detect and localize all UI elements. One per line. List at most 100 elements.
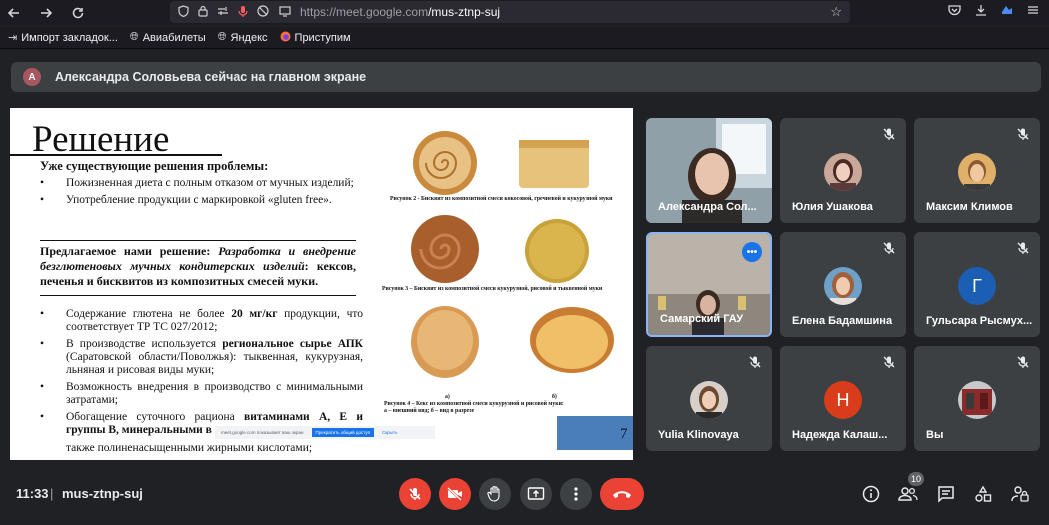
host-controls-button[interactable]	[1009, 483, 1031, 505]
more-vert-icon	[574, 487, 578, 501]
participant-tile[interactable]: Г Гульсара Рысмух...	[914, 232, 1040, 337]
slide-page-number: 7	[620, 426, 628, 442]
participants-button[interactable]	[897, 483, 919, 505]
hide-notice-link[interactable]: Скрыть	[382, 430, 397, 435]
sponge-cake-image-1	[413, 131, 477, 195]
import-icon: ⇥	[8, 32, 18, 44]
menu-icon[interactable]	[1027, 4, 1039, 19]
toggle-camera-button[interactable]	[439, 478, 471, 510]
bookmark-star-icon[interactable]: ☆	[830, 4, 842, 20]
hand-icon	[487, 485, 500, 502]
url-text[interactable]: https://meet.google.com/mus-ztnp-suj	[300, 5, 500, 19]
benefit-tail: также полиненасыщенными жирными кислотам…	[66, 442, 313, 454]
separator: |	[50, 486, 54, 501]
globe-icon: 🌐︎	[129, 31, 139, 43]
microphone-blocked-icon[interactable]	[238, 5, 248, 20]
participant-name: Вы	[926, 429, 944, 441]
mic-off-icon	[1017, 128, 1029, 140]
extension-icon[interactable]	[1001, 4, 1013, 19]
bookmark-label: Авиабилеты	[142, 31, 206, 44]
raise-hand-button[interactable]	[479, 478, 511, 510]
activities-icon	[975, 485, 992, 502]
participant-tile[interactable]: Н Надежда Калаш...	[780, 346, 906, 451]
chat-button[interactable]	[935, 483, 957, 505]
avatar	[824, 267, 862, 305]
info-icon	[862, 485, 880, 503]
shield-icon[interactable]	[178, 4, 189, 20]
toolbar-right-icons	[948, 4, 1039, 19]
bookmark-yandex[interactable]: 🌐︎ Яндекс	[218, 31, 268, 44]
avatar: Н	[824, 381, 862, 419]
participant-tile[interactable]: Максим Климов	[914, 118, 1040, 223]
url-path: /mus-ztnp-suj	[428, 5, 501, 19]
participant-tile[interactable]: Yulia Klinovaya	[646, 346, 772, 451]
screen-share-notice-text: meet.google.com показывает ваш экран	[221, 430, 304, 435]
muffin-image-b	[530, 307, 614, 373]
globe-icon: 🌐︎	[217, 31, 227, 43]
participant-tile[interactable]: Вы	[914, 346, 1040, 451]
participant-tile[interactable]: Юлия Ушакова	[780, 118, 906, 223]
stop-sharing-button[interactable]: Прекратить общий доступ	[311, 428, 375, 437]
toggle-microphone-button[interactable]	[399, 478, 431, 510]
list-item: Содержание глютена не более 20 мг/кг про…	[38, 308, 363, 334]
people-icon	[898, 487, 918, 501]
sponge-cake-image-3	[411, 215, 479, 283]
participant-name: Гульсара Рысмух...	[926, 315, 1033, 327]
downloads-icon[interactable]	[975, 4, 987, 19]
participant-tile[interactable]: ••• Самарский ГАУ	[646, 232, 772, 337]
leave-call-button[interactable]	[600, 478, 644, 510]
presenter-banner-text: Александра Соловьева сейчас на главном э…	[55, 70, 367, 84]
forward-icon[interactable]	[32, 0, 60, 25]
bookmark-label: Приступим	[294, 31, 351, 44]
bookmark-import[interactable]: ⇥ Импорт закладок...	[8, 31, 118, 45]
reload-icon[interactable]	[64, 0, 92, 25]
hang-up-icon	[613, 491, 631, 498]
mic-off-icon	[1017, 242, 1029, 254]
avatar	[690, 381, 728, 419]
figure-label-b: б)	[552, 394, 557, 400]
avatar: Г	[958, 267, 996, 305]
list-item: В производстве используется региональное…	[38, 338, 363, 377]
activities-button[interactable]	[972, 483, 994, 505]
participant-name: Yulia Klinovaya	[658, 429, 739, 441]
participant-name: Александра Сол...	[658, 201, 757, 213]
screen-share-icon[interactable]	[279, 5, 291, 20]
bookmark-avia[interactable]: 🌐︎ Авиабилеты	[130, 31, 206, 44]
pocket-icon[interactable]	[948, 4, 961, 19]
url-bar[interactable]: https://meet.google.com/mus-ztnp-suj ☆	[170, 1, 850, 23]
muffin-image-a	[411, 306, 479, 378]
existing-solutions-list: Пожизненная диета с полным отказом от му…	[38, 177, 368, 211]
bookmark-start[interactable]: Приступим	[280, 31, 351, 45]
back-icon[interactable]	[0, 0, 28, 25]
shared-screen-slide: Решение Уже существующие решения проблем…	[10, 108, 633, 460]
camera-blocked-icon[interactable]	[257, 4, 270, 20]
more-options-button[interactable]	[560, 478, 592, 510]
lock-icon[interactable]	[198, 5, 208, 20]
sponge-cake-image-2	[519, 140, 589, 188]
bookmark-label: Импорт закладок...	[21, 31, 118, 44]
existing-solutions-heading: Уже существующие решения проблемы:	[40, 159, 269, 173]
firefox-icon	[280, 31, 291, 45]
mic-off-icon	[883, 128, 895, 140]
screen-share-notice: meet.google.com показывает ваш экран Пре…	[215, 426, 435, 439]
participant-tile[interactable]: Елена Бадамшина	[780, 232, 906, 337]
list-item: Употребление продукции с маркировкой «gl…	[38, 194, 368, 207]
avatar: А	[23, 68, 41, 86]
avatar	[958, 381, 996, 419]
more-options-icon[interactable]: •••	[742, 242, 762, 262]
participant-name: Максим Климов	[926, 201, 1013, 213]
present-screen-button[interactable]	[520, 478, 552, 510]
bookmark-label: Яндекс	[230, 31, 268, 44]
figure-label-a: а)	[445, 394, 450, 400]
sponge-cake-image-4	[525, 219, 589, 283]
list-item: Пожизненная диета с полным отказом от му…	[38, 177, 368, 190]
mic-off-icon	[1017, 356, 1029, 368]
permissions-icon[interactable]	[217, 5, 229, 20]
meeting-details-button[interactable]	[860, 483, 882, 505]
presenter-banner: А Александра Соловьева сейчас на главном…	[11, 62, 1041, 92]
figure-caption-4: Рисунок 4 – Кекс из композитной смеси ку…	[384, 401, 564, 414]
figure-caption-3: Рисунок 3 – Бисквит из композитной смеси…	[382, 286, 603, 292]
meeting-clock: 11:33	[16, 486, 49, 501]
meeting-code: mus-ztnp-suj	[62, 486, 143, 501]
participant-tile[interactable]: Александра Сол...	[646, 118, 772, 223]
